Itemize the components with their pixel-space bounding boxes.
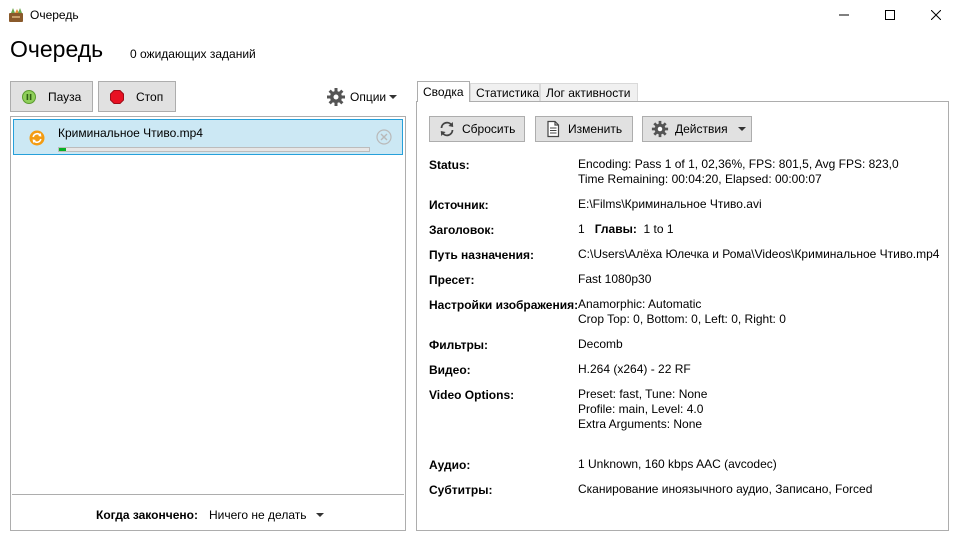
pause-label: Пауза <box>48 89 82 104</box>
video-options-value: Preset: fast, Tune: None Profile: main, … <box>578 387 708 431</box>
chapters-value: 1 to 1 <box>643 222 674 236</box>
title-label: Заголовок: <box>429 223 495 237</box>
status-value: Encoding: Pass 1 of 1, 02,36%, FPS: 801,… <box>578 157 899 186</box>
remove-icon[interactable] <box>376 129 392 145</box>
details-panel: Сбросить Изменить Действия Status: Encod… <box>416 101 949 531</box>
options-label: Опции <box>350 90 387 104</box>
minimize-button[interactable] <box>821 0 867 30</box>
stop-button[interactable]: Стоп <box>98 81 176 112</box>
chevron-down-icon <box>389 95 398 99</box>
picture-settings-label: Настройки изображения: <box>429 298 579 312</box>
queue-item[interactable]: Криминальное Чтиво.mp4 <box>13 119 403 155</box>
options-menu[interactable]: Опции <box>326 86 398 108</box>
filters-value: Decomb <box>578 337 623 351</box>
queue-footer: Когда закончено: Ничего не делать <box>12 494 404 530</box>
status-label: Status: <box>429 158 470 172</box>
tab-summary[interactable]: Сводка <box>417 81 470 102</box>
audio-label: Аудио: <box>429 458 471 472</box>
pause-icon <box>22 89 36 104</box>
filters-label: Фильтры: <box>429 338 489 352</box>
chapters-label: Главы: <box>594 222 637 236</box>
edit-button[interactable]: Изменить <box>535 116 633 142</box>
progress-fill <box>59 148 67 151</box>
encoding-icon <box>29 130 45 146</box>
minimize-icon <box>839 14 849 16</box>
reset-button[interactable]: Сбросить <box>429 116 525 142</box>
title-value: 1 Главы: 1 to 1 <box>578 222 674 236</box>
stop-label: Стоп <box>136 89 164 104</box>
video-options-label: Video Options: <box>429 388 515 402</box>
queue-item-name: Криминальное Чтиво.mp4 <box>58 126 203 140</box>
pending-jobs-count: 0 ожидающих заданий <box>130 47 256 61</box>
subtitles-value: Сканирование иноязычного аудио, Записано… <box>578 482 873 496</box>
edit-label: Изменить <box>568 122 623 136</box>
title-bar: Очередь <box>0 0 959 30</box>
gear-icon <box>651 120 669 138</box>
when-done-value: Ничего не делать <box>209 508 307 522</box>
handbrake-icon <box>9 8 23 22</box>
gear-icon <box>327 88 345 106</box>
tab-statistics[interactable]: Статистика <box>470 83 540 102</box>
chevron-down-icon <box>315 513 324 517</box>
video-value: H.264 (x264) - 22 RF <box>578 362 691 376</box>
preset-value: Fast 1080p30 <box>578 272 652 286</box>
actions-dropdown[interactable]: Действия <box>642 116 752 142</box>
picture-settings-value: Anamorphic: Automatic Crop Top: 0, Botto… <box>578 297 786 326</box>
destination-value: C:\Users\Алёха Юлечка и Рома\Videos\Крим… <box>578 247 940 261</box>
subtitles-label: Субтитры: <box>429 483 493 497</box>
close-button[interactable] <box>913 0 959 30</box>
when-done-dropdown[interactable]: Ничего не делать <box>209 508 324 522</box>
source-value: E:\Films\Криминальное Чтиво.avi <box>578 197 762 211</box>
video-label: Видео: <box>429 363 471 377</box>
audio-value: 1 Unknown, 160 kbps AAC (avcodec) <box>578 457 777 471</box>
queue-item-progress <box>58 147 370 152</box>
preset-label: Пресет: <box>429 273 475 287</box>
maximize-icon <box>885 10 895 20</box>
refresh-icon <box>440 121 454 137</box>
tab-activity-log[interactable]: Лог активности <box>540 83 638 102</box>
stop-icon <box>110 89 124 104</box>
close-icon <box>931 10 941 20</box>
maximize-button[interactable] <box>867 0 913 30</box>
actions-label: Действия <box>675 122 728 136</box>
pause-button[interactable]: Пауза <box>10 81 93 112</box>
chevron-down-icon <box>737 127 746 131</box>
destination-label: Путь назначения: <box>429 248 534 262</box>
queue-list[interactable]: Криминальное Чтиво.mp4 Когда закончено: … <box>10 116 406 531</box>
reset-label: Сбросить <box>462 122 516 136</box>
document-icon <box>547 120 560 138</box>
window-title: Очередь <box>30 8 79 22</box>
page-title: Очередь <box>10 36 104 62</box>
source-label: Источник: <box>429 198 489 212</box>
when-done-label: Когда закончено: <box>96 508 198 522</box>
